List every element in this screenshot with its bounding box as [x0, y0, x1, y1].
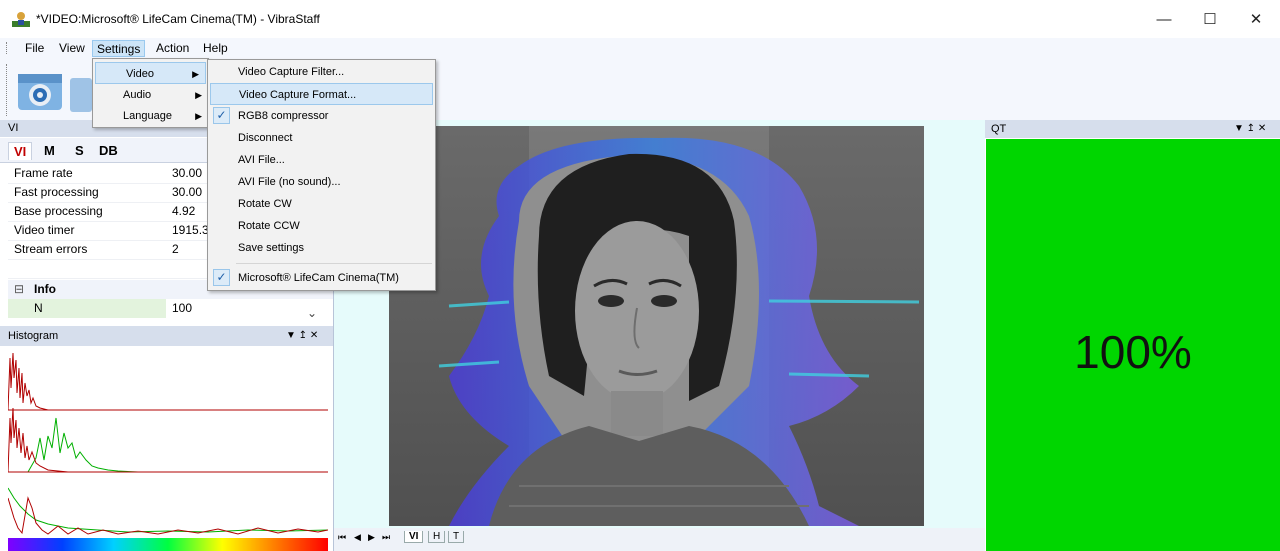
- info-row[interactable]: N 100: [8, 299, 333, 318]
- tab-db[interactable]: DB: [94, 142, 123, 159]
- menu-item-label: AVI File (no sound)...: [238, 176, 341, 188]
- menu-item-label: AVI File...: [238, 154, 285, 166]
- video-frame[interactable]: [389, 126, 924, 526]
- menu-item-label: Save settings: [238, 242, 305, 254]
- menu-item-label: Microsoft® LifeCam Cinema(TM): [238, 272, 399, 284]
- histogram-title: Histogram: [8, 330, 59, 342]
- menu-rotate-cw[interactable]: Rotate CW: [208, 193, 435, 215]
- menu-disconnect[interactable]: Disconnect: [208, 127, 435, 149]
- collapse-icon[interactable]: ⊟: [14, 280, 24, 299]
- menu-file[interactable]: File: [21, 40, 48, 57]
- menu-bar: File View Settings Action Help: [0, 38, 1280, 58]
- menu-settings[interactable]: Settings: [92, 40, 146, 57]
- histogram-green-channel: [27, 417, 139, 473]
- menu-item-label: Rotate CW: [238, 198, 292, 210]
- menu-item-label: RGB8 compressor: [238, 110, 329, 122]
- toolbar-grip-icon: [6, 64, 9, 116]
- menu-item-label: Audio: [123, 89, 152, 101]
- submenu-arrow-icon: ▶: [192, 69, 199, 79]
- info-name: N: [34, 301, 43, 315]
- webcam-image: [389, 126, 924, 526]
- menu-save-settings[interactable]: Save settings: [208, 237, 435, 259]
- menu-rotate-ccw[interactable]: Rotate CCW: [208, 215, 435, 237]
- tab-video-vi[interactable]: VI: [404, 531, 424, 543]
- vi-panel-title: VI: [8, 122, 19, 134]
- menu-video-capture-format[interactable]: Video Capture Format...: [210, 83, 433, 105]
- video-nav-bar: ⏮ ◀ ▶ ⏭ VI H T: [334, 528, 985, 551]
- menu-avi-file-no-sound[interactable]: AVI File (no sound)...: [208, 171, 435, 193]
- tab-s[interactable]: S: [70, 142, 89, 159]
- menu-action[interactable]: Action: [152, 40, 193, 57]
- property-value: 30.00: [172, 166, 203, 180]
- tab-vi[interactable]: VI: [8, 142, 33, 160]
- maximize-button[interactable]: ☐: [1187, 0, 1233, 38]
- panel-controls-icon[interactable]: ▼ ↥ ✕: [1234, 120, 1266, 138]
- camera-button[interactable]: [16, 68, 66, 114]
- info-section-label: Info: [34, 282, 56, 296]
- menu-help[interactable]: Help: [199, 40, 232, 57]
- settings-menu-video[interactable]: Video ▶: [95, 62, 206, 84]
- qt-indicator: 100%: [986, 139, 1280, 551]
- first-frame-icon[interactable]: ⏮: [338, 532, 346, 543]
- menu-video-capture-filter[interactable]: Video Capture Filter...: [208, 61, 435, 83]
- window-title: *VIDEO:Microsoft® LifeCam Cinema(TM) - V…: [36, 12, 320, 26]
- property-name: Fast processing: [14, 185, 99, 199]
- info-value: 100: [172, 301, 193, 315]
- histogram-panel: Histogram ▼ ↥ ✕: [0, 326, 334, 551]
- submenu-arrow-icon: ▶: [195, 111, 202, 121]
- close-button[interactable]: ✕: [1233, 0, 1279, 38]
- app-icon: [12, 12, 30, 27]
- settings-menu-audio[interactable]: Audio ▶: [93, 84, 208, 106]
- property-name: Frame rate: [14, 166, 73, 180]
- histogram-red-channel-1: [8, 352, 328, 411]
- tab-m[interactable]: M: [39, 142, 60, 159]
- histogram-plot: [8, 352, 328, 551]
- property-name: Base processing: [14, 204, 103, 218]
- qt-value: 100%: [1074, 326, 1192, 378]
- panel-controls-icon[interactable]: ▼ ↥ ✕: [286, 326, 318, 346]
- property-value: 1915.3: [172, 223, 209, 237]
- qt-title: QT: [991, 123, 1007, 135]
- menu-item-label: Disconnect: [238, 132, 293, 144]
- property-name: Video timer: [14, 223, 75, 237]
- title-bar: *VIDEO:Microsoft® LifeCam Cinema(TM) - V…: [0, 0, 1280, 38]
- camera-icon: [18, 74, 62, 110]
- menu-item-label: Video: [126, 68, 154, 80]
- menu-avi-file[interactable]: AVI File...: [208, 149, 435, 171]
- toolbar-second-button[interactable]: [70, 78, 92, 112]
- qt-panel: QT ▼ ↥ ✕ 100%: [985, 120, 1280, 551]
- menu-item-label: Rotate CCW: [238, 220, 300, 232]
- settings-menu-language[interactable]: Language ▶: [93, 105, 208, 127]
- video-submenu: Video Capture Filter... Video Capture Fo…: [207, 59, 436, 291]
- submenu-arrow-icon: ▶: [195, 90, 202, 100]
- histogram-red-channel-2: [8, 407, 328, 473]
- property-name: Stream errors: [14, 242, 88, 256]
- tab-video-h[interactable]: H: [428, 531, 446, 543]
- settings-menu: Video ▶ Audio ▶ Language ▶: [92, 58, 209, 128]
- menu-item-label: Video Capture Format...: [239, 89, 357, 101]
- menu-item-label: Video Capture Filter...: [238, 66, 345, 78]
- last-frame-icon[interactable]: ⏭: [382, 532, 390, 543]
- menu-view[interactable]: View: [55, 40, 89, 57]
- property-value: 30.00: [172, 185, 203, 199]
- menu-rgb8-compressor[interactable]: ✓ RGB8 compressor: [208, 105, 435, 127]
- menu-camera-device[interactable]: ✓ Microsoft® LifeCam Cinema(TM): [208, 267, 435, 289]
- tab-video-t[interactable]: T: [448, 531, 465, 543]
- property-value: 4.92: [172, 204, 196, 218]
- qt-header: QT ▼ ↥ ✕: [985, 120, 1280, 138]
- minimize-button[interactable]: —: [1141, 0, 1187, 38]
- property-value: 2: [172, 242, 179, 256]
- menu-separator: [236, 263, 432, 264]
- checkmark-icon: ✓: [213, 107, 230, 124]
- spectrum-bar: [8, 538, 328, 551]
- chevron-down-icon[interactable]: ⌄: [307, 306, 317, 320]
- checkmark-icon: ✓: [213, 269, 230, 286]
- grip-icon: [6, 42, 9, 54]
- next-frame-icon[interactable]: ▶: [368, 532, 375, 543]
- histogram-header: Histogram ▼ ↥ ✕: [0, 326, 333, 346]
- prev-frame-icon[interactable]: ◀: [354, 532, 361, 543]
- menu-item-label: Language: [123, 110, 172, 122]
- histogram-combined-channel: [8, 487, 328, 535]
